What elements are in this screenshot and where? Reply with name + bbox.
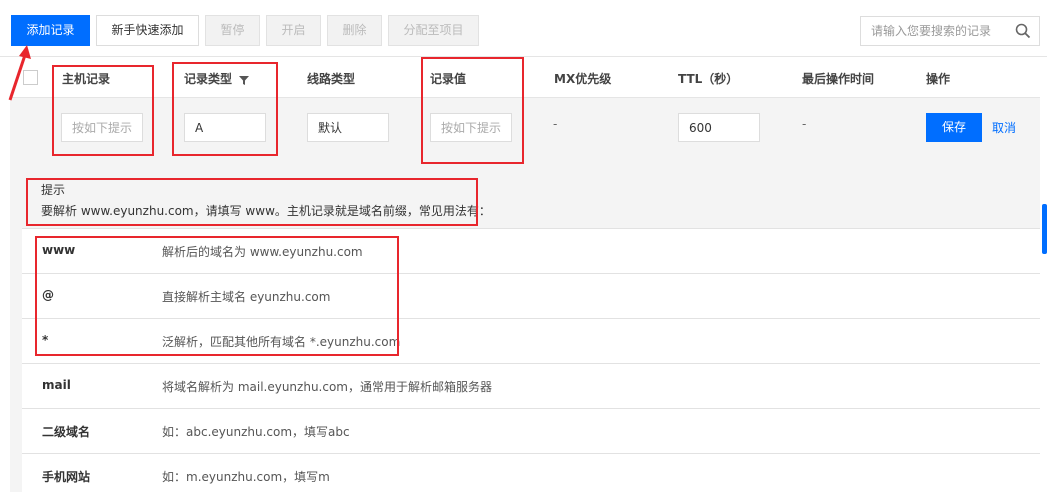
column-header-type: 记录类型 (184, 70, 250, 87)
ttl-input[interactable] (678, 113, 760, 142)
tip-key: * (42, 333, 49, 347)
tip-desc: 如：m.eyunzhu.com，填写m (162, 470, 330, 484)
tip-desc: 将域名解析为 mail.eyunzhu.com，通常用于解析邮箱服务器 (162, 380, 492, 394)
column-header-line: 线路类型 (307, 72, 356, 86)
assign-project-button[interactable]: 分配至项目 (388, 15, 479, 46)
add-record-button[interactable]: 添加记录 (11, 15, 90, 46)
edit-row: - - 保存 取消 (10, 98, 1040, 156)
tip-row: mail 将域名解析为 mail.eyunzhu.com，通常用于解析邮箱服务器 (22, 364, 1040, 409)
filter-icon[interactable] (239, 75, 250, 85)
select-all-checkbox[interactable] (23, 70, 38, 85)
delete-button[interactable]: 删除 (327, 15, 382, 46)
tip-panel: 提示 要解析 www.eyunzhu.com，请填写 www。主机记录就是域名前… (10, 148, 1040, 492)
tip-description: 要解析 www.eyunzhu.com，请填写 www。主机记录就是域名前缀，常… (41, 204, 491, 218)
tip-row: www 解析后的域名为 www.eyunzhu.com (22, 229, 1040, 274)
search-icon[interactable] (1015, 23, 1031, 39)
tip-row: * 泛解析，匹配其他所有域名 *.eyunzhu.com (22, 319, 1040, 364)
line-type-select[interactable] (307, 113, 389, 142)
pause-button[interactable]: 暂停 (205, 15, 260, 46)
enable-button[interactable]: 开启 (266, 15, 321, 46)
column-header-ttl: TTL（秒） (678, 72, 739, 86)
mx-priority-value: - (553, 117, 558, 131)
tip-key: @ (42, 288, 54, 302)
column-header-type-label: 记录类型 (184, 72, 233, 86)
tip-key: www (42, 243, 76, 257)
host-record-input[interactable] (61, 113, 143, 142)
tip-desc: 如：abc.eyunzhu.com，填写abc (162, 425, 350, 439)
cancel-link[interactable]: 取消 (992, 119, 1016, 136)
search-input[interactable] (861, 17, 1011, 45)
column-header-host: 主机记录 (62, 72, 111, 86)
tip-row: 二级域名 如：abc.eyunzhu.com，填写abc (22, 409, 1040, 454)
column-header-value: 记录值 (430, 72, 467, 86)
tip-row: 手机网站 如：m.eyunzhu.com，填写m (22, 454, 1040, 492)
last-op-time-value: - (802, 117, 807, 131)
tip-key: mail (42, 378, 71, 392)
record-type-select[interactable] (184, 113, 266, 142)
tip-caret (95, 148, 111, 156)
record-value-input[interactable] (430, 113, 512, 142)
search-box (860, 16, 1040, 46)
tip-table: www 解析后的域名为 www.eyunzhu.com @ 直接解析主域名 ey… (22, 228, 1040, 492)
tip-key: 二级域名 (42, 425, 91, 439)
tip-title: 提示 (41, 183, 66, 197)
tip-row: @ 直接解析主域名 eyunzhu.com (22, 274, 1040, 319)
table-header: 主机记录 记录类型 线路类型 记录值 MX优先级 TTL（秒） 最后操作时间 操… (10, 58, 1040, 98)
save-button[interactable]: 保存 (926, 113, 982, 142)
column-header-action: 操作 (926, 72, 951, 86)
quick-add-button[interactable]: 新手快速添加 (96, 15, 199, 46)
toolbar: 添加记录 新手快速添加 暂停 开启 删除 分配至项目 (0, 0, 1047, 57)
column-header-mx: MX优先级 (554, 72, 612, 86)
column-header-last-op: 最后操作时间 (802, 72, 875, 86)
scrollbar-handle[interactable] (1042, 204, 1047, 254)
tip-desc: 泛解析，匹配其他所有域名 *.eyunzhu.com (162, 335, 401, 349)
tip-desc: 解析后的域名为 www.eyunzhu.com (162, 245, 363, 259)
tip-key: 手机网站 (42, 470, 91, 484)
tip-desc: 直接解析主域名 eyunzhu.com (162, 290, 331, 304)
